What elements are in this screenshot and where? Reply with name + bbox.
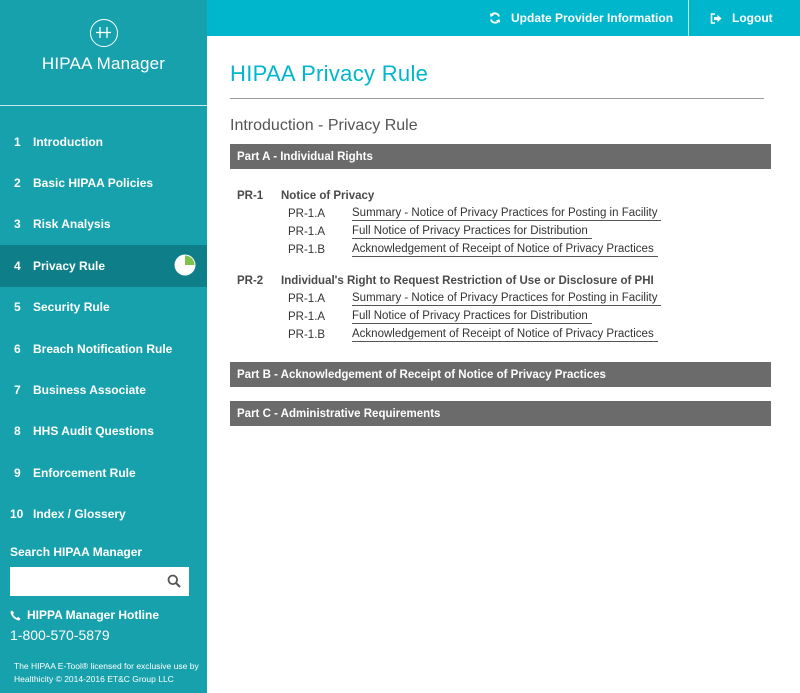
logout-label: Logout [732,11,773,25]
nav-item-basic-hipaa-policies[interactable]: 2 Basic HIPAA Policies [0,162,207,203]
part-c-header[interactable]: Part C - Administrative Requirements [230,401,771,426]
nav-item-security-rule[interactable]: 5 Security Rule [0,287,207,328]
update-provider-button[interactable]: Update Provider Information [489,0,673,36]
pr-sub-code: PR-1.A [288,208,326,220]
pr-row: PR-1.A Full Notice of Privacy Practices f… [230,223,770,241]
pr-row: PR-1.A Full Notice of Privacy Practices f… [230,308,770,326]
hotline-title: HIPPA Manager Hotline [10,608,159,622]
nav-item-label: Introduction [33,134,103,149]
part-b-label: Part B - Acknowledgement of Receipt of N… [237,368,606,381]
progress-remaining-slice [185,255,195,266]
pr-document-link[interactable]: Full Notice of Privacy Practices for Dis… [352,310,592,324]
pr-sub-code: PR-1.B [288,244,326,256]
nav-item-label: Risk Analysis [33,217,111,232]
nav-item-number: 8 [14,424,21,439]
pr-row: PR-1.B Acknowledgement of Receipt of Noti… [230,326,770,344]
hotline-label: HIPPA Manager Hotline [27,608,160,622]
search-box [10,567,189,596]
part-a-header[interactable]: Part A - Individual Rights [230,144,771,169]
nav-item-number: 9 [14,465,21,480]
nav-item-number: 10 [10,507,24,522]
pr-sub-code: PR-1.A [288,226,326,238]
sign-out-icon [710,12,722,24]
nav-item-privacy-rule[interactable]: 4 Privacy Rule [0,245,207,287]
topbar: Update Provider Information Logout [207,0,800,36]
part-c-label: Part C - Administrative Requirements [237,407,441,420]
pr-code: PR-1 [237,190,264,202]
nav-item-label: Index / Glossery [33,507,126,522]
pr-document-link[interactable]: Acknowledgement of Receipt of Notice of … [352,243,658,257]
update-provider-label: Update Provider Information [511,11,674,25]
pr-group-2: PR-2 Individual's Right to Request Restr… [230,275,770,344]
sidebar: HIPAA Manager 1 Introduction 2 Basic HIPAA… [0,0,207,693]
nav-item-hhs-audit-questions[interactable]: 8 HHS Audit Questions [0,411,207,452]
nav-item-label: Security Rule [33,300,110,315]
hotline: HIPPA Manager Hotline 1-800-570-5879 [10,608,159,643]
pr-sub-code: PR-1.A [288,311,326,323]
nav-item-number: 5 [14,300,21,315]
nav-item-number: 3 [14,217,21,232]
part-b-header[interactable]: Part B - Acknowledgement of Receipt of N… [230,362,771,387]
pr-sub-code: PR-1.A [288,293,326,305]
topbar-divider [688,0,689,36]
nav-item-label: Enforcement Rule [33,465,136,480]
part-a-label: Part A - Individual Rights [237,150,373,163]
pr-document-link[interactable]: Acknowledgement of Receipt of Notice of … [352,328,658,342]
pr-group-1: PR-1 Notice of Privacy PR-1.A Summary - N… [230,190,770,259]
refresh-icon [489,12,501,24]
nav-item-label: Business Associate [33,383,146,398]
logout-button[interactable]: Logout [710,0,773,36]
nav-item-label: HHS Audit Questions [33,424,154,439]
pr-code: PR-2 [237,275,264,287]
brand-name: HIPAA Manager [41,54,166,73]
nav-item-introduction[interactable]: 1 Introduction [0,121,207,162]
pr-group-header: PR-1 Notice of Privacy [230,190,770,202]
main-content: HIPAA Privacy Rule Introduction - Privac… [230,36,771,426]
nav-item-number: 1 [14,134,21,149]
nav-item-number: 6 [14,341,21,356]
hipaa-h-logo-icon [89,19,118,47]
title-divider [230,98,764,99]
nav-item-label: Breach Notification Rule [33,341,173,356]
search-title: Search HIPAA Manager [10,545,143,559]
nav-item-enforcement-rule[interactable]: 9 Enforcement Rule [0,452,207,493]
nav-item-label: Basic HIPAA Policies [33,176,154,191]
nav-item-number: 7 [14,383,21,398]
phone-icon [10,610,21,620]
pr-group-header: PR-2 Individual's Right to Request Restr… [230,275,770,287]
search-input[interactable] [10,567,160,596]
pr-title: Individual's Right to Request Restrictio… [281,275,654,287]
nav-item-index-glossery[interactable]: 10 Index / Glossery [0,494,207,535]
nav-item-risk-analysis[interactable]: 3 Risk Analysis [0,204,207,245]
brand: HIPAA Manager [0,19,207,106]
section-heading: Introduction - Privacy Rule [230,117,418,134]
pr-sub-code: PR-1.B [288,329,326,341]
hotline-phone: 1-800-570-5879 [10,627,110,643]
pr-row: PR-1.B Acknowledgement of Receipt of Noti… [230,241,770,259]
pr-row: PR-1.A Summary - Notice of Privacy Practi… [230,205,770,223]
search-icon[interactable] [167,574,181,588]
license-footer: The HIPAA E-Tool® licensed for exclusive… [14,661,199,684]
nav-item-number: 2 [14,176,21,191]
sidebar-nav: 1 Introduction 2 Basic HIPAA Policies 3 Ris… [0,121,207,535]
pr-title: Notice of Privacy [281,190,375,202]
pr-row: PR-1.A Summary - Notice of Privacy Practi… [230,290,770,308]
progress-pie-icon [174,254,196,276]
pr-document-link[interactable]: Summary - Notice of Privacy Practices fo… [352,207,662,221]
pr-document-link[interactable]: Full Notice of Privacy Practices for Dis… [352,225,592,239]
nav-item-business-associate[interactable]: 7 Business Associate [0,369,207,410]
nav-item-breach-notification-rule[interactable]: 6 Breach Notification Rule [0,328,207,369]
nav-item-number: 4 [14,258,21,273]
search-block: Search HIPAA Manager [10,545,190,596]
page-title: HIPAA Privacy Rule [230,61,429,86]
nav-item-label: Privacy Rule [33,258,106,273]
pr-document-link[interactable]: Summary - Notice of Privacy Practices fo… [352,292,662,306]
